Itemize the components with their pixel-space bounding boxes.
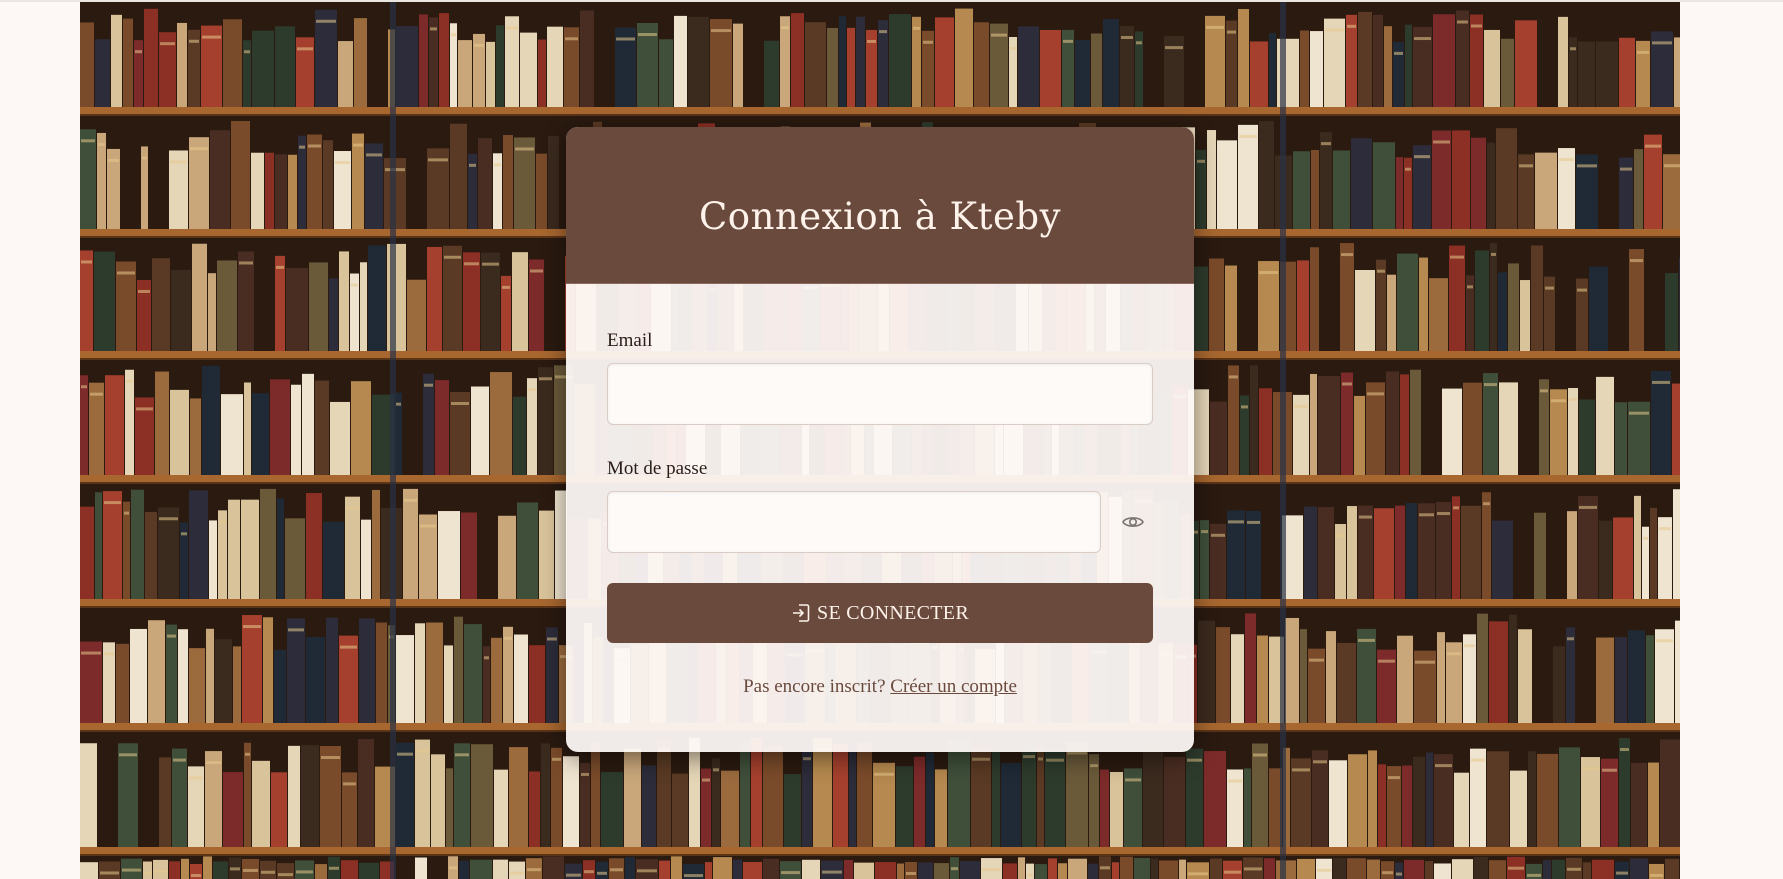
login-button-label: SE CONNECTER <box>817 601 969 624</box>
show-password-button[interactable] <box>1113 502 1153 542</box>
signup-prompt: Pas encore inscrit? <box>743 676 886 697</box>
page: Connexion à Kteby Email Mot de passe SE … <box>0 0 1783 879</box>
email-group: Email <box>607 330 1153 425</box>
email-input[interactable] <box>607 363 1153 425</box>
signup-line: Pas encore inscrit? Créer un compte <box>607 676 1153 698</box>
eye-icon <box>1122 517 1144 527</box>
email-label: Email <box>607 330 653 351</box>
login-icon <box>791 603 811 623</box>
password-label: Mot de passe <box>607 458 708 479</box>
password-row <box>607 491 1153 553</box>
password-input[interactable] <box>607 491 1102 553</box>
password-group: Mot de passe <box>607 458 1153 553</box>
login-card-header: Connexion à Kteby <box>566 127 1194 284</box>
login-form: Email Mot de passe SE CONNECTER Pas enco… <box>566 284 1194 698</box>
login-card: Connexion à Kteby Email Mot de passe SE … <box>566 127 1194 752</box>
page-title: Connexion à Kteby <box>698 194 1062 238</box>
create-account-link[interactable]: Créer un compte <box>890 676 1017 697</box>
login-button[interactable]: SE CONNECTER <box>607 583 1153 643</box>
